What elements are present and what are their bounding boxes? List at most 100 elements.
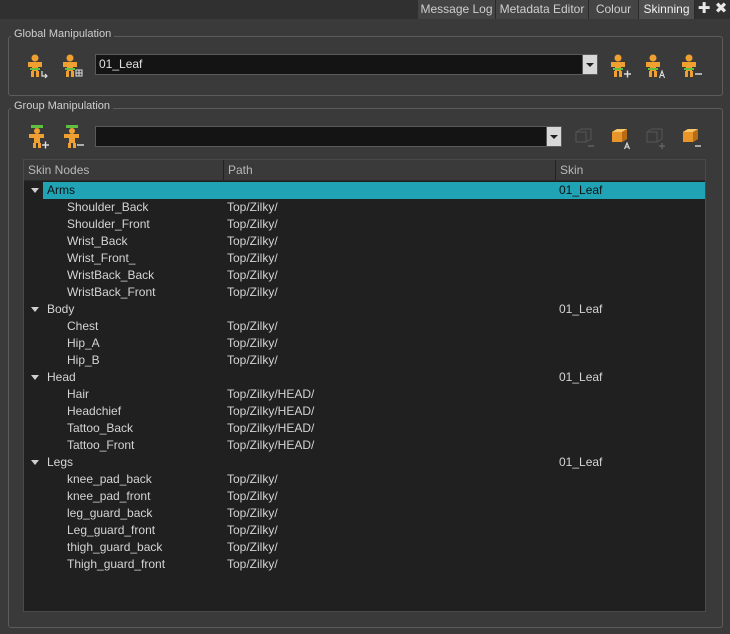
node-path: Top/Zilky/ xyxy=(227,489,278,503)
tree-group-row[interactable]: Body 01_Leaf xyxy=(24,301,705,318)
node-name: Hair xyxy=(67,387,90,401)
global-manipulation-title: Global Manipulation xyxy=(11,28,115,40)
node-name: Shoulder_Front xyxy=(67,217,150,231)
skin-figure-remove-icon[interactable] xyxy=(678,53,704,79)
tree-group-row[interactable]: Arms 01_Leaf xyxy=(24,182,705,199)
chevron-down-icon[interactable] xyxy=(546,127,561,146)
tree-row[interactable]: Leg_guard_front Top/Zilky/ xyxy=(24,522,705,539)
tree-group-row[interactable]: Legs 01_Leaf xyxy=(24,454,705,471)
node-path: Top/Zilky/ xyxy=(227,217,278,231)
node-name: Tattoo_Front xyxy=(67,438,135,452)
tree-row[interactable]: thigh_guard_back Top/Zilky/ xyxy=(24,539,705,556)
tree-row[interactable]: WristBack_Front Top/Zilky/ xyxy=(24,284,705,301)
node-path: Top/Zilky/HEAD/ xyxy=(227,404,315,418)
node-name: Wrist_Front_ xyxy=(67,251,136,265)
node-path: Top/Zilky/HEAD/ xyxy=(227,438,315,452)
tree-row[interactable]: WristBack_Back Top/Zilky/ xyxy=(24,267,705,284)
expand-arrow-icon[interactable] xyxy=(31,375,39,380)
close-icon[interactable]: ✖ xyxy=(714,1,728,17)
tree-row[interactable]: Thigh_guard_front Top/Zilky/ xyxy=(24,556,705,573)
add-tab-icon[interactable]: ✚ xyxy=(697,1,711,17)
tree-row[interactable]: Wrist_Back Top/Zilky/ xyxy=(24,233,705,250)
cube-a-icon[interactable] xyxy=(607,124,633,150)
group-figure-add-icon[interactable] xyxy=(25,124,51,150)
expand-arrow-icon[interactable] xyxy=(31,460,39,465)
skin-figure-a-icon[interactable] xyxy=(642,53,668,79)
column-header-skin-nodes[interactable]: Skin Nodes xyxy=(24,160,224,180)
node-name: Leg_guard_front xyxy=(67,523,156,537)
node-path: Top/Zilky/ xyxy=(227,285,278,299)
node-path: Top/Zilky/ xyxy=(227,557,278,571)
node-path: Top/Zilky/ xyxy=(227,472,278,486)
tree-row[interactable]: Tattoo_Front Top/Zilky/HEAD/ xyxy=(24,437,705,454)
node-name: Head xyxy=(47,370,76,384)
tree-row[interactable]: Headchief Top/Zilky/HEAD/ xyxy=(24,403,705,420)
node-name: WristBack_Front xyxy=(67,285,156,299)
tree-row[interactable]: leg_guard_back Top/Zilky/ xyxy=(24,505,705,522)
group-select[interactable] xyxy=(95,126,562,147)
group-figure-remove-icon[interactable] xyxy=(60,124,86,150)
skin-figure-grid-icon[interactable] xyxy=(59,53,85,79)
selection-highlight xyxy=(43,182,705,199)
cube-add-icon[interactable] xyxy=(642,124,668,150)
node-path: Top/Zilky/ xyxy=(227,353,278,367)
node-path: Top/Zilky/ xyxy=(227,540,278,554)
node-name: Hip_B xyxy=(67,353,100,367)
tab-bar: Message Log Metadata Editor Colour Skinn… xyxy=(0,0,730,19)
node-skin: 01_Leaf xyxy=(559,455,603,469)
node-skin: 01_Leaf xyxy=(559,302,603,316)
tree-row[interactable]: Tattoo_Back Top/Zilky/HEAD/ xyxy=(24,420,705,437)
node-skin: 01_Leaf xyxy=(559,183,603,197)
node-path: Top/Zilky/HEAD/ xyxy=(227,387,315,401)
node-name: Wrist_Back xyxy=(67,234,128,248)
node-name: Chest xyxy=(67,319,99,333)
skin-figure-add-icon[interactable] xyxy=(607,53,633,79)
node-path: Top/Zilky/ xyxy=(227,200,278,214)
tree-row[interactable]: Shoulder_Back Top/Zilky/ xyxy=(24,199,705,216)
node-name: leg_guard_back xyxy=(67,506,153,520)
global-skin-value: 01_Leaf xyxy=(99,57,143,71)
node-skin: 01_Leaf xyxy=(559,370,603,384)
node-path: Top/Zilky/ xyxy=(227,319,278,333)
node-path: Top/Zilky/ xyxy=(227,336,278,350)
global-skin-select[interactable]: 01_Leaf xyxy=(95,54,598,75)
cube-remove-icon[interactable] xyxy=(571,124,597,150)
skin-figure-arrow-icon[interactable] xyxy=(24,53,50,79)
tree-row[interactable]: knee_pad_front Top/Zilky/ xyxy=(24,488,705,505)
tree-header: Skin Nodes Path Skin xyxy=(24,160,705,181)
tree-group-row[interactable]: Head 01_Leaf xyxy=(24,369,705,386)
node-name: WristBack_Back xyxy=(67,268,155,282)
node-name: Arms xyxy=(47,183,75,197)
expand-arrow-icon[interactable] xyxy=(31,188,39,193)
node-path: Top/Zilky/ xyxy=(227,523,278,537)
node-name: thigh_guard_back xyxy=(67,540,163,554)
skin-nodes-tree[interactable]: Skin Nodes Path Skin Arms 01_Leaf Shoulder… xyxy=(23,159,706,612)
cube-minus-icon[interactable] xyxy=(678,124,704,150)
expand-arrow-icon[interactable] xyxy=(31,307,39,312)
tree-row[interactable]: knee_pad_back Top/Zilky/ xyxy=(24,471,705,488)
tree-row[interactable]: Shoulder_Front Top/Zilky/ xyxy=(24,216,705,233)
node-name: Tattoo_Back xyxy=(67,421,134,435)
node-path: Top/Zilky/ xyxy=(227,268,278,282)
tab-skinning[interactable]: Skinning xyxy=(639,0,695,19)
column-header-skin[interactable]: Skin xyxy=(556,160,705,180)
node-name: Hip_A xyxy=(67,336,100,350)
node-path: Top/Zilky/ xyxy=(227,506,278,520)
tree-row[interactable]: Wrist_Front_ Top/Zilky/ xyxy=(24,250,705,267)
node-name: Body xyxy=(47,302,75,316)
tree-row[interactable]: Chest Top/Zilky/ xyxy=(24,318,705,335)
chevron-down-icon[interactable] xyxy=(582,55,597,74)
tree-row[interactable]: Hip_A Top/Zilky/ xyxy=(24,335,705,352)
node-path: Top/Zilky/ xyxy=(227,234,278,248)
tab-colour[interactable]: Colour xyxy=(589,0,639,19)
tab-message-log[interactable]: Message Log xyxy=(418,0,496,19)
node-name: Headchief xyxy=(67,404,122,418)
tab-metadata-editor[interactable]: Metadata Editor xyxy=(496,0,589,19)
tree-row[interactable]: Hair Top/Zilky/HEAD/ xyxy=(24,386,705,403)
node-path: Top/Zilky/ xyxy=(227,251,278,265)
column-header-path[interactable]: Path xyxy=(224,160,556,180)
group-manipulation-title: Group Manipulation xyxy=(11,100,114,112)
tree-row[interactable]: Hip_B Top/Zilky/ xyxy=(24,352,705,369)
node-name: Shoulder_Back xyxy=(67,200,149,214)
node-name: knee_pad_back xyxy=(67,472,152,486)
